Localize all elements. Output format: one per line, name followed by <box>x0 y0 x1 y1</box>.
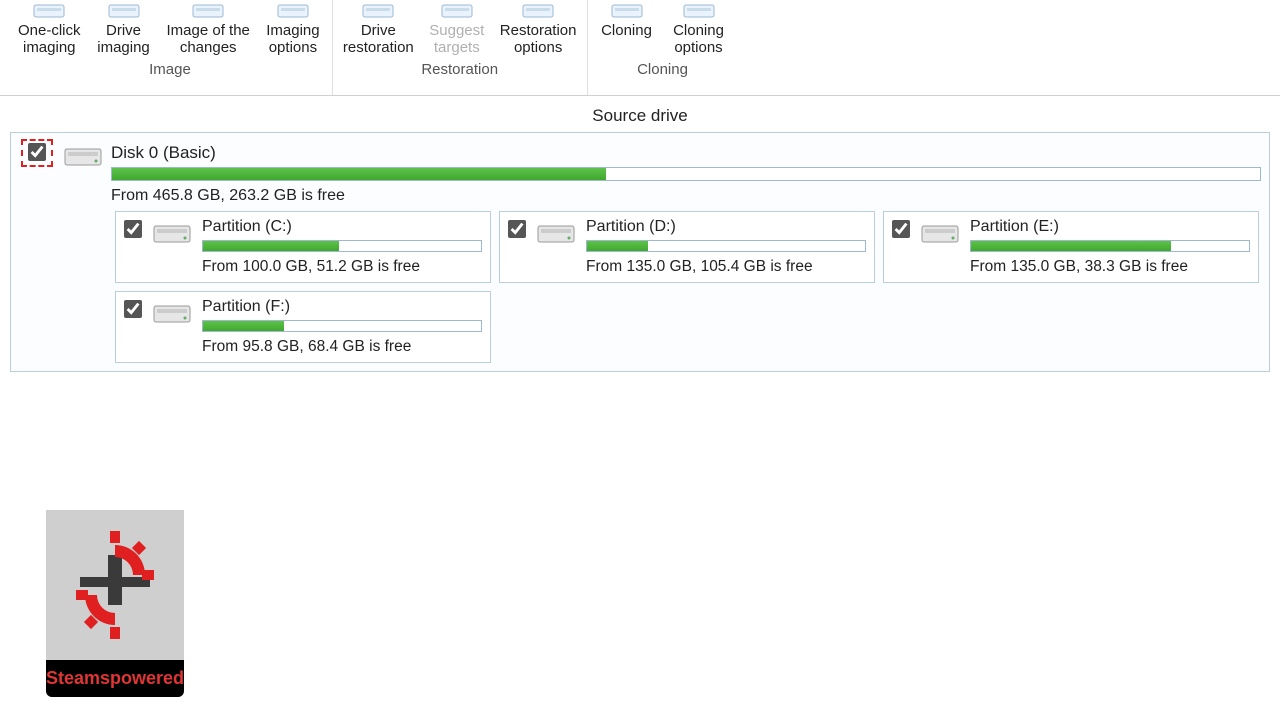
ribbon-group-label: Image <box>12 61 328 78</box>
disk-icon <box>61 141 105 171</box>
ribbon-group: DriverestorationSuggesttargetsRestoratio… <box>333 0 588 95</box>
partition-title: Partition (E:) <box>970 218 1250 236</box>
disk-subtitle: From 465.8 GB, 263.2 GB is free <box>111 187 1261 205</box>
imaging-options-button[interactable]: Imagingoptions <box>258 0 328 59</box>
button-label-line: options <box>269 39 317 56</box>
partition-usage-bar <box>202 240 482 252</box>
button-label-line: restoration <box>343 39 414 56</box>
button-label-line: Image of the <box>167 22 250 39</box>
partition-subtitle: From 100.0 GB, 51.2 GB is free <box>202 258 482 276</box>
button-label-line: Drive <box>361 22 396 39</box>
button-label-line: One-click <box>18 22 81 39</box>
partition-usage-bar <box>202 320 482 332</box>
ribbon-toolbar: One-clickimagingDriveimagingImage of the… <box>0 0 1280 96</box>
partition-usage-bar <box>970 240 1250 252</box>
button-label-line: Restoration <box>500 22 577 39</box>
partition-card-E[interactable]: Partition (E:) From 135.0 GB, 38.3 GB is … <box>883 211 1259 283</box>
image-of-changes-button[interactable]: Image of thechanges <box>161 0 256 59</box>
button-label-line: Imaging <box>266 22 319 39</box>
partition-title: Partition (D:) <box>586 218 866 236</box>
button-label-line: options <box>674 39 722 56</box>
drive-restoration-button[interactable]: Driverestoration <box>337 0 420 59</box>
partition-usage-bar <box>586 240 866 252</box>
partition-title: Partition (C:) <box>202 218 482 236</box>
toolbar-icon <box>360 2 396 20</box>
partition-checkbox[interactable] <box>892 220 910 238</box>
partition-title: Partition (F:) <box>202 298 482 316</box>
one-click-imaging-button[interactable]: One-clickimaging <box>12 0 87 59</box>
button-label-line: imaging <box>97 39 150 56</box>
drive-icon <box>150 298 194 328</box>
source-drive-panel: Disk 0 (Basic) From 465.8 GB, 263.2 GB i… <box>10 132 1270 372</box>
partition-subtitle: From 135.0 GB, 38.3 GB is free <box>970 258 1250 276</box>
button-label-line: Cloning <box>673 22 724 39</box>
toolbar-icon <box>609 2 645 20</box>
button-label-line: options <box>514 39 562 56</box>
partition-checkbox[interactable] <box>124 300 142 318</box>
toolbar-icon <box>275 2 311 20</box>
disk-usage-bar <box>111 167 1261 181</box>
ribbon-group: One-clickimagingDriveimagingImage of the… <box>8 0 333 95</box>
partition-subtitle: From 135.0 GB, 105.4 GB is free <box>586 258 866 276</box>
partition-checkbox[interactable] <box>124 220 142 238</box>
drive-icon <box>918 218 962 248</box>
disk-checkbox[interactable] <box>28 143 46 161</box>
ribbon-group-label: Restoration <box>337 61 583 78</box>
button-label-line: changes <box>180 39 237 56</box>
partition-checkbox[interactable] <box>508 220 526 238</box>
watermark-icon <box>46 510 184 660</box>
toolbar-icon <box>190 2 226 20</box>
toolbar-icon <box>681 2 717 20</box>
toolbar-icon <box>439 2 475 20</box>
panel-title: Source drive <box>0 96 1280 132</box>
partition-grid: Partition (C:) From 100.0 GB, 51.2 GB is … <box>15 211 1265 363</box>
disk-title: Disk 0 (Basic) <box>111 143 1261 163</box>
toolbar-icon <box>31 2 67 20</box>
partition-card-C[interactable]: Partition (C:) From 100.0 GB, 51.2 GB is … <box>115 211 491 283</box>
toolbar-icon <box>106 2 142 20</box>
watermark-label: Steamspowered <box>46 660 184 697</box>
watermark-badge: Steamspowered <box>46 510 184 697</box>
restoration-options-button[interactable]: Restorationoptions <box>494 0 583 59</box>
suggest-targets-button: Suggesttargets <box>422 0 492 59</box>
button-label-line: Drive <box>106 22 141 39</box>
partition-card-D[interactable]: Partition (D:) From 135.0 GB, 105.4 GB is… <box>499 211 875 283</box>
toolbar-icon <box>520 2 556 20</box>
drive-icon <box>150 218 194 248</box>
button-label-line: Cloning <box>601 22 652 39</box>
ribbon-group-label: Cloning <box>592 61 734 78</box>
cloning-button[interactable]: Cloning <box>592 0 662 59</box>
cloning-options-button[interactable]: Cloningoptions <box>664 0 734 59</box>
drive-icon <box>534 218 578 248</box>
drive-imaging-button[interactable]: Driveimaging <box>89 0 159 59</box>
disk-row[interactable]: Disk 0 (Basic) From 465.8 GB, 263.2 GB i… <box>15 137 1265 211</box>
ribbon-group: CloningCloningoptionsCloning <box>588 0 738 95</box>
button-label-line: imaging <box>23 39 76 56</box>
button-label-line: targets <box>434 39 480 56</box>
partition-card-F[interactable]: Partition (F:) From 95.8 GB, 68.4 GB is f… <box>115 291 491 363</box>
button-label-line: Suggest <box>429 22 484 39</box>
partition-subtitle: From 95.8 GB, 68.4 GB is free <box>202 338 482 356</box>
